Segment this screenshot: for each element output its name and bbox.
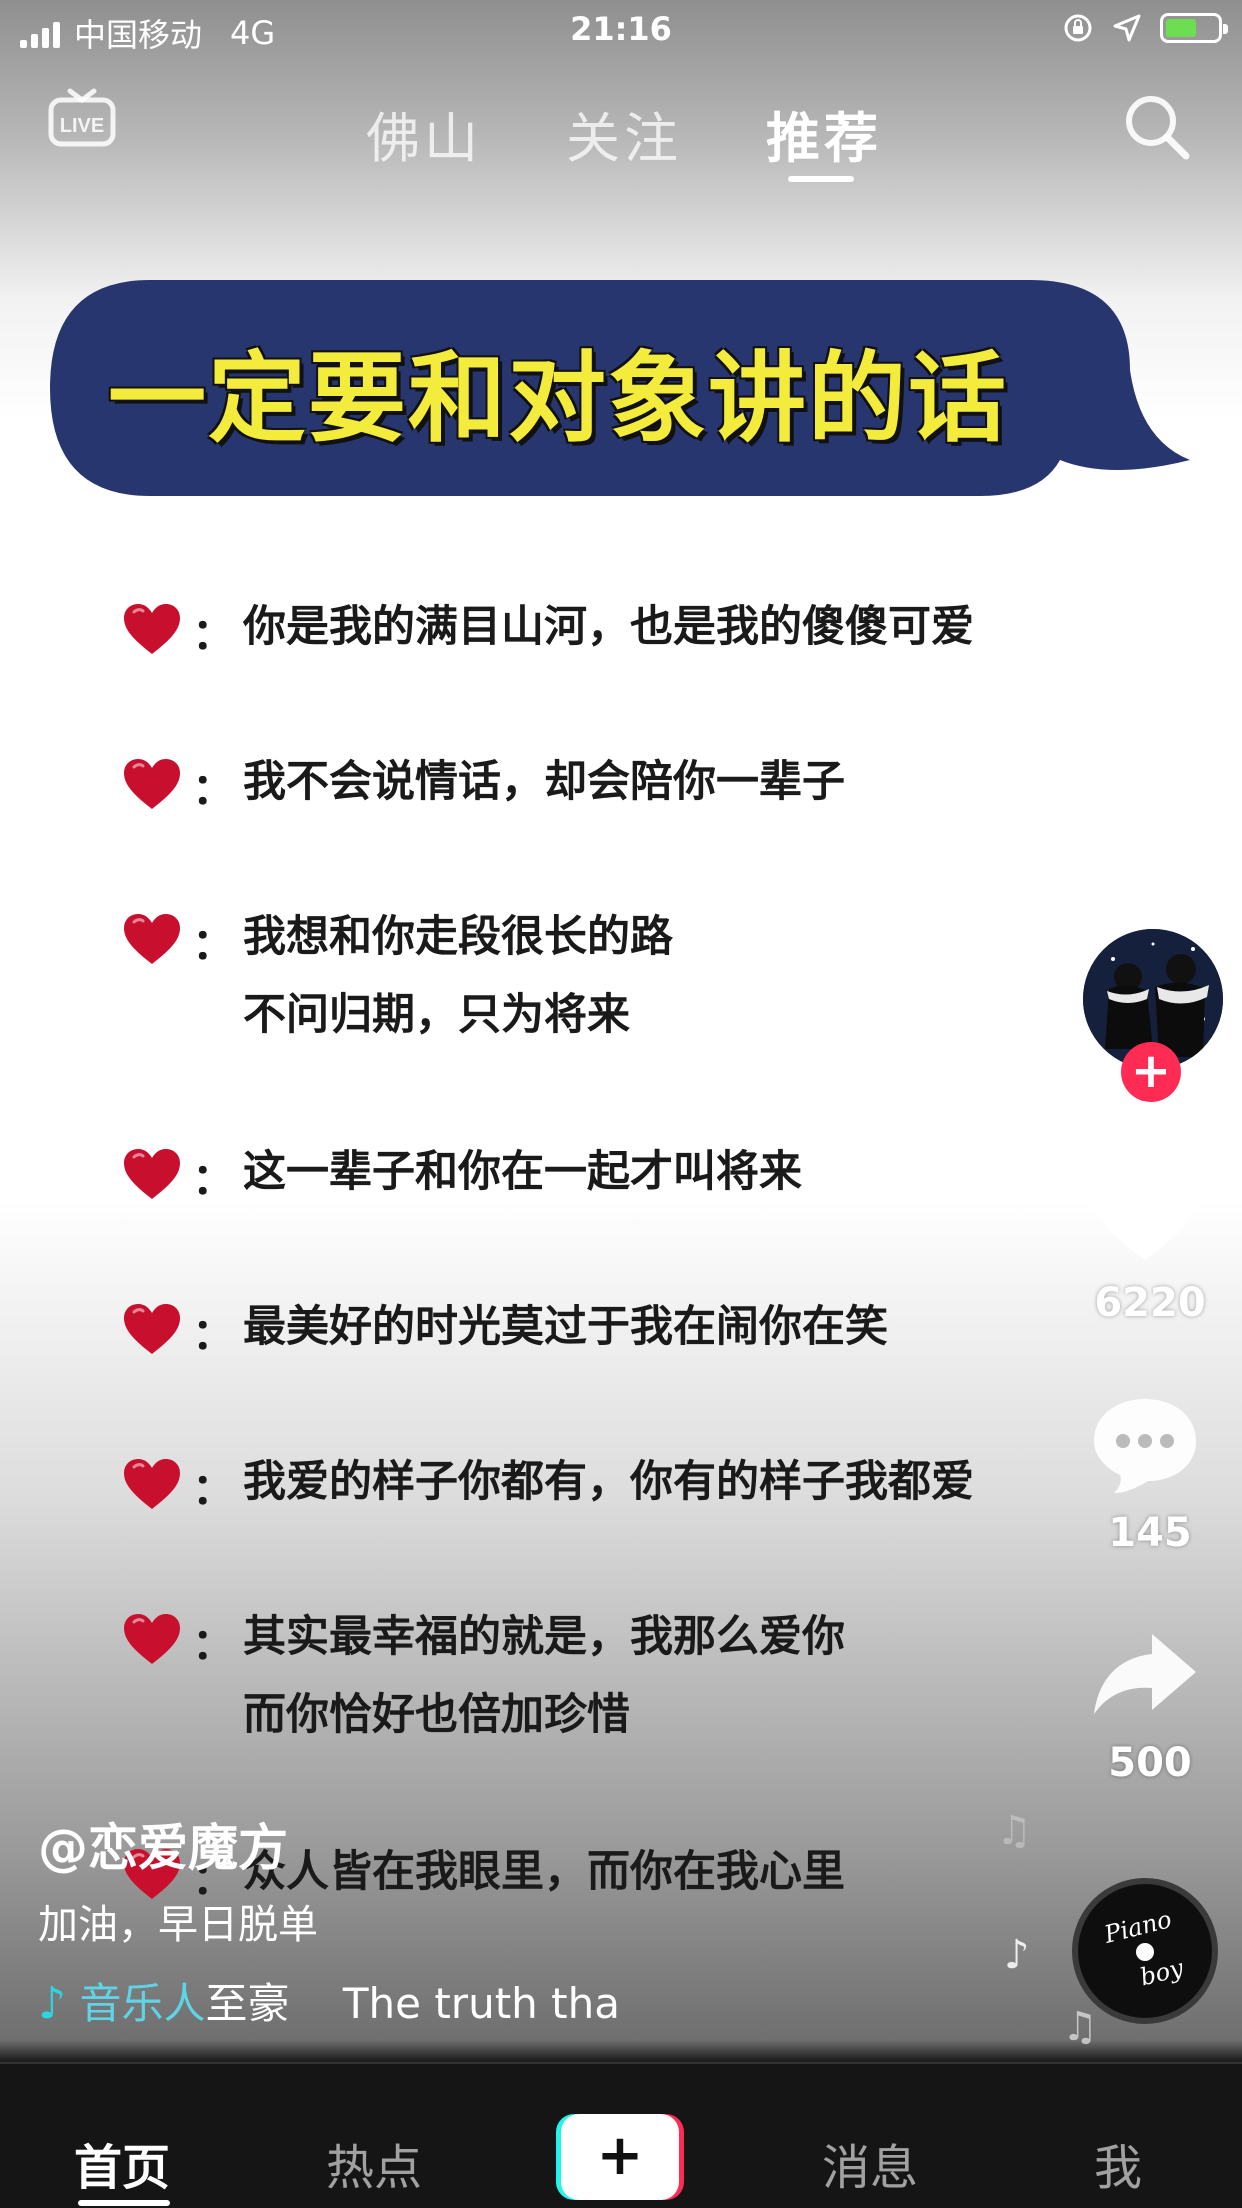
heart-icon bbox=[124, 914, 180, 964]
create-button[interactable]: + bbox=[556, 2114, 684, 2200]
tab-following[interactable]: 关注 bbox=[566, 94, 682, 173]
colon-separator: ： bbox=[192, 610, 235, 660]
follow-button[interactable]: + bbox=[1121, 1042, 1181, 1102]
music-note-icon: ♫ bbox=[996, 1808, 1032, 1854]
quote-text: 你是我的满目山河，也是我的傻傻可爱 bbox=[243, 602, 974, 652]
comment-icon[interactable] bbox=[1090, 1395, 1200, 1495]
share-count: 500 bbox=[1108, 1740, 1192, 1786]
colon-separator: ： bbox=[192, 765, 235, 815]
quote-line: ：我想和你走段很长的路 不问归期，只为将来 bbox=[122, 910, 673, 1054]
heart-icon bbox=[124, 604, 180, 654]
heart-icon bbox=[124, 1614, 180, 1664]
orientation-lock-icon bbox=[1064, 14, 1092, 42]
share-arrow-icon[interactable] bbox=[1090, 1630, 1200, 1720]
music-title: 至豪 The truth tha bbox=[205, 1979, 620, 2026]
disc-cover: Piano boy bbox=[1079, 1885, 1211, 2017]
status-right bbox=[1062, 12, 1228, 44]
comment-count: 145 bbox=[1108, 1510, 1192, 1556]
heart-icon bbox=[124, 1149, 180, 1199]
quote-line: ：我不会说情话，却会陪你一辈子 bbox=[122, 755, 845, 821]
search-icon[interactable] bbox=[1122, 92, 1192, 162]
svg-text:LIVE: LIVE bbox=[60, 115, 104, 137]
colon-separator: ： bbox=[192, 1310, 235, 1360]
heart-icon bbox=[124, 1304, 180, 1354]
nav-trending[interactable]: 热点 bbox=[326, 2128, 422, 2198]
nav-me[interactable]: 我 bbox=[1094, 2128, 1142, 2198]
quote-line: ：最美好的时光莫过于我在闹你在笑 bbox=[122, 1300, 888, 1366]
banner-title: 一定要和对象讲的话 bbox=[107, 342, 1008, 456]
music-ticker[interactable]: ♪ 音乐人至豪 The truth tha bbox=[38, 1970, 658, 2026]
heart-icon bbox=[124, 1459, 180, 1509]
screen: 中国移动 4G 21:16 LIVE 佛山 关注 推荐 一定要和对象讲的话 ：你… bbox=[0, 0, 1242, 2208]
music-disc[interactable]: Piano boy bbox=[1072, 1878, 1218, 2024]
nav-messages[interactable]: 消息 bbox=[822, 2128, 918, 2198]
quote-text: 我不会说情话，却会陪你一辈子 bbox=[243, 757, 845, 807]
top-nav: LIVE 佛山 关注 推荐 bbox=[0, 80, 1242, 190]
quote-line: ：这一辈子和你在一起才叫将来 bbox=[122, 1145, 802, 1211]
quote-text: 我爱的样子你都有，你有的样子我都爱 bbox=[243, 1457, 974, 1507]
plus-icon: + bbox=[561, 2114, 679, 2200]
location-icon bbox=[1113, 14, 1141, 42]
heart-icon bbox=[124, 759, 180, 809]
tab-local[interactable]: 佛山 bbox=[366, 94, 482, 173]
quote-text: 我想和你走段很长的路 不问归期，只为将来 bbox=[243, 912, 673, 1040]
music-note-icon: ♪ bbox=[38, 1978, 67, 2026]
active-tab-indicator bbox=[788, 176, 854, 182]
status-bar: 中国移动 4G 21:16 bbox=[0, 0, 1242, 62]
colon-separator: ： bbox=[192, 1620, 235, 1670]
music-artist: 音乐人 bbox=[79, 1979, 206, 2026]
tab-recommended[interactable]: 推荐 bbox=[766, 94, 882, 173]
home-indicator bbox=[78, 2200, 170, 2206]
author-handle[interactable]: @恋爱魔方 bbox=[38, 1808, 288, 1880]
quote-text: 这一辈子和你在一起才叫将来 bbox=[243, 1147, 802, 1197]
quote-line: ：其实最幸福的就是，我那么爱你 而你恰好也倍加珍惜 bbox=[122, 1610, 845, 1754]
quote-text: 其实最幸福的就是，我那么爱你 而你恰好也倍加珍惜 bbox=[243, 1612, 845, 1740]
colon-separator: ： bbox=[192, 920, 235, 970]
nav-home[interactable]: 首页 bbox=[74, 2128, 170, 2198]
live-tv-icon[interactable]: LIVE bbox=[48, 88, 116, 148]
colon-separator: ： bbox=[192, 1155, 235, 1205]
quote-text: 众人皆在我眼里，而你在我心里 bbox=[243, 1847, 845, 1897]
quote-line: ：你是我的满目山河，也是我的傻傻可爱 bbox=[122, 600, 974, 666]
like-heart-icon[interactable] bbox=[1090, 1165, 1200, 1265]
colon-separator: ： bbox=[192, 1465, 235, 1515]
battery-icon bbox=[1160, 13, 1228, 43]
like-count: 6220 bbox=[1094, 1280, 1206, 1326]
quote-text: 最美好的时光莫过于我在闹你在笑 bbox=[243, 1302, 888, 1352]
music-note-icon: ♫ bbox=[1062, 2004, 1098, 2050]
music-note-icon: ♪ bbox=[1004, 1932, 1030, 1978]
quote-line: ：我爱的样子你都有，你有的样子我都爱 bbox=[122, 1455, 974, 1521]
clock: 21:16 bbox=[570, 10, 672, 48]
video-description: 加油，早日脱单 bbox=[38, 1902, 318, 1948]
bottom-nav: 首页 热点 + 消息 我 bbox=[0, 2062, 1242, 2208]
